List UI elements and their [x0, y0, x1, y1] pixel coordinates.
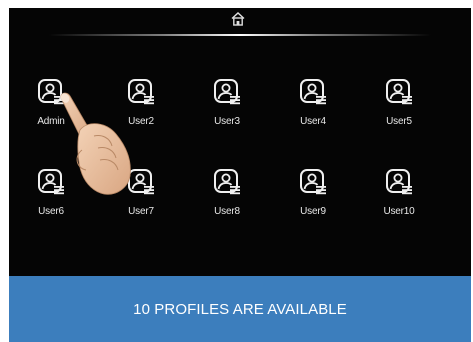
profile-user3[interactable]: User3 — [199, 78, 255, 148]
profile-label: User3 — [214, 116, 240, 127]
status-banner: 10 PROFILES ARE AVAILABLE — [9, 276, 471, 342]
profile-label: User7 — [128, 206, 154, 217]
home-icon[interactable] — [230, 11, 246, 27]
profile-label: User10 — [383, 206, 415, 217]
user-profile-icon — [213, 78, 241, 106]
profile-label: User9 — [300, 206, 326, 217]
profile-user8[interactable]: User8 — [199, 168, 255, 238]
header-divider — [49, 34, 431, 36]
profile-label: User8 — [214, 206, 240, 217]
profile-user10[interactable]: User10 — [371, 168, 427, 238]
user-profile-icon — [299, 78, 327, 106]
user-profile-icon — [385, 78, 413, 106]
profile-label: User4 — [300, 116, 326, 127]
user-profile-icon — [385, 168, 413, 196]
profile-screen: Admin User2 User3 User4 User5 User6 User… — [9, 8, 471, 276]
profile-label: User5 — [386, 116, 412, 127]
profile-user9[interactable]: User9 — [285, 168, 341, 238]
profile-user5[interactable]: User5 — [371, 78, 427, 148]
profile-user4[interactable]: User4 — [285, 78, 341, 148]
banner-text: 10 PROFILES ARE AVAILABLE — [133, 300, 347, 318]
pointing-hand-image — [60, 92, 131, 195]
user-profile-icon — [213, 168, 241, 196]
user-profile-icon — [299, 168, 327, 196]
profile-label: User6 — [38, 206, 64, 217]
